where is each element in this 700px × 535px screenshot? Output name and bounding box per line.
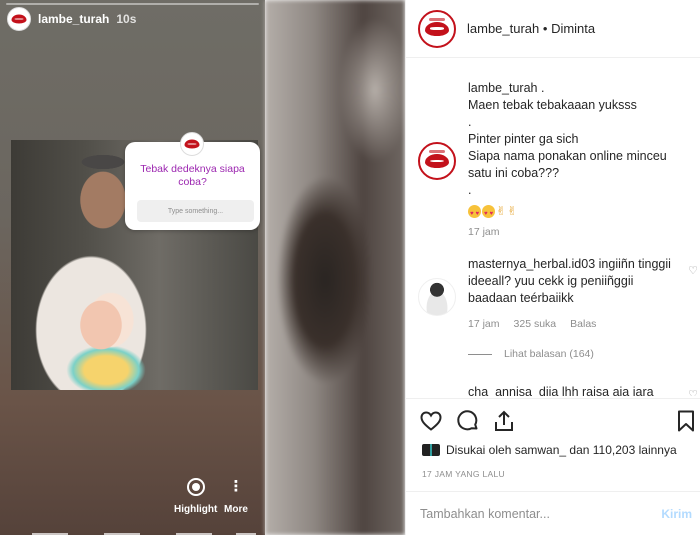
header-separator: • [539, 21, 552, 36]
comment-input[interactable] [420, 506, 650, 521]
view-replies-button[interactable]: Lihat balasan (164) [468, 348, 594, 360]
more-label: More [224, 504, 248, 515]
likes-text[interactable]: Disukai oleh samwan_ dan 110,203 lainnya [446, 443, 677, 457]
comment-body: cha_annisa_djia lhh raisa aja jara [468, 384, 678, 396]
commenter-username[interactable]: cha_annisa_djia [468, 385, 558, 396]
comment-likes[interactable]: 325 suka [514, 318, 557, 330]
comment-icon[interactable] [456, 409, 480, 433]
highlight-icon [186, 478, 205, 496]
peace-hand-emoji-icon: ✌ [496, 204, 507, 218]
story-time: 10s [116, 12, 137, 26]
likes-suffix: lainnya [635, 443, 677, 457]
header-avatar[interactable] [418, 9, 456, 48]
heart-small-icon[interactable]: ♡ [688, 388, 698, 396]
commenter-avatar[interactable] [418, 278, 456, 316]
caption-avatar[interactable] [418, 142, 456, 180]
heart-eyes-emoji-icon [468, 205, 481, 223]
story-viewer: lambe_turah 10s Tebak dedeknya siapa cob… [0, 0, 265, 535]
more-button[interactable]: ⋮ More [224, 478, 248, 515]
caption-line: . [468, 115, 472, 129]
story-avatar[interactable] [7, 7, 31, 31]
replies-dash [468, 353, 492, 355]
quiz-sticker: Tebak dedeknya siapa coba? Type somethin… [125, 132, 260, 230]
comments-list: lambe_turah . Maen tebak tebakaaan yukss… [406, 58, 700, 396]
comment-text: lhh raisa aja jara [561, 385, 654, 396]
blurred-background [265, 0, 405, 535]
caption-line: . [468, 183, 472, 197]
peace-hand-emoji-icon: ✌ [507, 204, 518, 218]
view-replies-label: Lihat balasan (164) [504, 348, 594, 360]
emoji-row: ✌ ✌ [468, 204, 678, 223]
caption-line: Siapa nama ponakan online minceu satu in… [468, 149, 667, 180]
caption-line: Maen tebak tebakaaan yuksss [468, 98, 637, 112]
comment-time: 17 jam [468, 318, 500, 330]
likes-user[interactable]: samwan_ [515, 443, 566, 457]
quiz-answer-input[interactable]: Type something... [137, 200, 254, 222]
likes-summary: Disukai oleh samwan_ dan 110,203 lainnya [422, 443, 677, 457]
post-actions: Disukai oleh samwan_ dan 110,203 lainnya… [406, 398, 700, 492]
lips-logo-icon [425, 154, 449, 168]
avatar-tag-icon [429, 17, 445, 21]
quiz-avatar [180, 132, 204, 156]
likes-count[interactable]: 110,203 [593, 443, 636, 457]
highlight-label: Highlight [174, 504, 218, 515]
lips-logo-icon [184, 139, 200, 149]
caption-line: Pinter pinter ga sich [468, 132, 579, 146]
quiz-question: Tebak dedeknya siapa coba? [140, 163, 245, 188]
story-username[interactable]: lambe_turah [38, 12, 109, 26]
bookmark-icon[interactable] [674, 409, 698, 433]
comment-meta: 17 jam 325 suka Balas [468, 318, 596, 330]
post-header: lambe_turah • Diminta [406, 0, 700, 58]
likes-prefix: Disukai oleh [446, 443, 515, 457]
header-user-line: lambe_turah • Diminta [467, 21, 595, 36]
caption-meta: 17 jam [468, 226, 500, 238]
share-icon[interactable] [492, 409, 516, 433]
heart-icon[interactable] [419, 409, 443, 433]
post-timestamp: 17 JAM YANG LALU [422, 469, 505, 479]
post-comment-button[interactable]: Kirim [661, 507, 692, 521]
commenter-username[interactable]: masternya_herbal.id03 [468, 257, 595, 271]
header-status: Diminta [551, 21, 596, 36]
heart-eyes-emoji-icon [482, 205, 495, 223]
reply-button[interactable]: Balas [570, 318, 596, 330]
likes-middle: dan [566, 443, 593, 457]
add-comment-bar: Kirim [406, 492, 700, 535]
caption-body: lambe_turah . Maen tebak tebakaaan yukss… [468, 80, 678, 223]
lips-logo-icon [11, 14, 27, 24]
comment-body: masternya_herbal.id03 ingiiñn tinggii id… [468, 256, 678, 307]
caption-username[interactable]: lambe_turah . [468, 80, 678, 97]
story-progress-bar [6, 3, 259, 5]
header-username[interactable]: lambe_turah [467, 21, 539, 36]
post-panel: lambe_turah • Diminta lambe_turah . Maen… [405, 0, 700, 535]
story-header: lambe_turah 10s [7, 7, 136, 31]
more-dots-icon: ⋮ [228, 478, 244, 495]
highlight-button[interactable]: Highlight [174, 478, 217, 515]
liker-avatar[interactable] [422, 444, 440, 456]
heart-small-icon[interactable]: ♡ [688, 264, 698, 277]
lips-logo-icon [425, 21, 449, 36]
caption-time: 17 jam [468, 226, 500, 238]
avatar-tag-icon [429, 150, 445, 153]
